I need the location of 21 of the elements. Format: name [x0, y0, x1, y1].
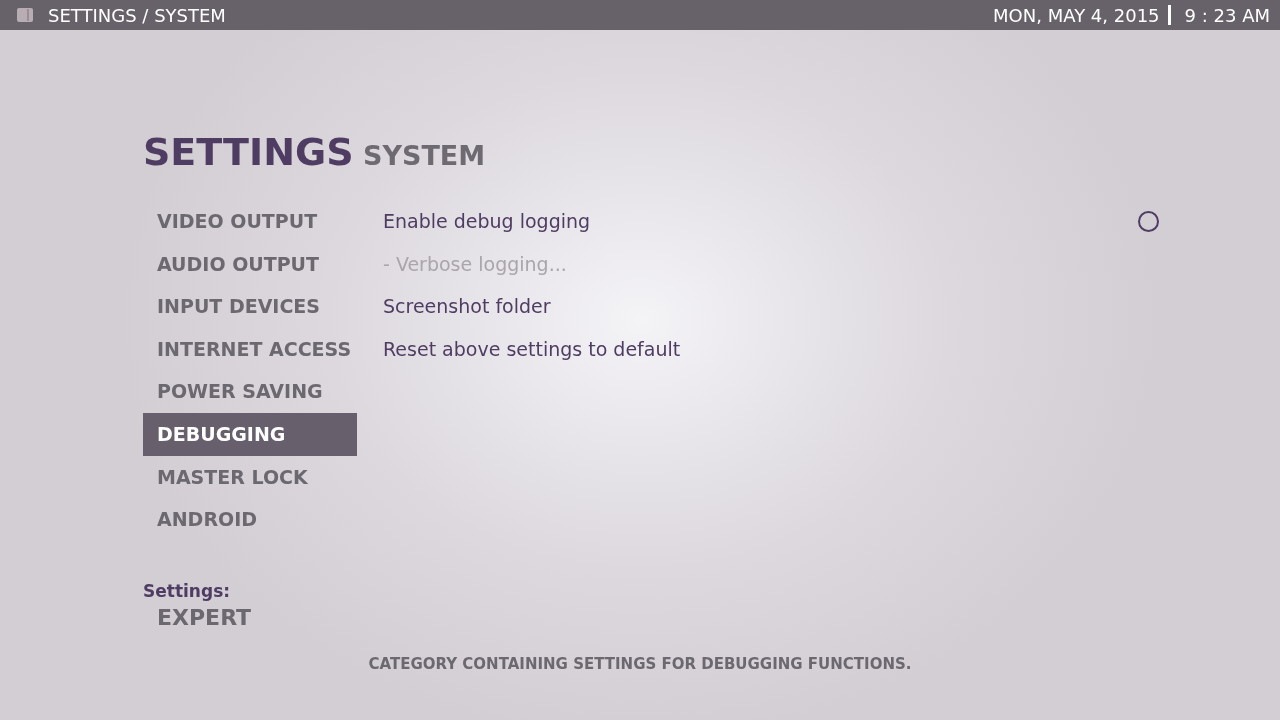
settings-level-label: Settings: [143, 580, 232, 601]
setting-option[interactable]: Screenshot folder [383, 285, 1163, 328]
page-title: SETTINGS [143, 130, 355, 174]
category-item[interactable]: MASTER LOCK [143, 455, 357, 499]
category-item[interactable]: INPUT DEVICES [143, 285, 357, 328]
category-item[interactable]: DEBUGGING [143, 412, 357, 456]
clock-time: 9 : 23 AM [1184, 4, 1270, 26]
date-text: MON, MAY 4, 2015 [993, 4, 1160, 26]
settings-level-value[interactable]: EXPERT [143, 604, 1280, 630]
category-item[interactable]: POWER SAVING [143, 370, 357, 413]
category-item[interactable]: ANDROID [143, 498, 357, 541]
setting-option[interactable]: Reset above settings to default [383, 327, 1163, 371]
box-icon [16, 6, 34, 24]
section-title: SYSTEM [363, 140, 486, 171]
breadcrumb-title: SETTINGS / SYSTEM [48, 4, 227, 26]
category-description: CATEGORY CONTAINING SETTINGS FOR DEBUGGING FUNCTIONS. [367, 655, 913, 673]
setting-option[interactable]: Enable debug logging [383, 200, 1163, 243]
category-item[interactable]: AUDIO OUTPUT [143, 242, 357, 286]
category-item[interactable]: VIDEO OUTPUT [143, 200, 357, 243]
radio-toggle[interactable] [1138, 210, 1159, 232]
category-item[interactable]: INTERNET ACCESS [143, 327, 357, 371]
